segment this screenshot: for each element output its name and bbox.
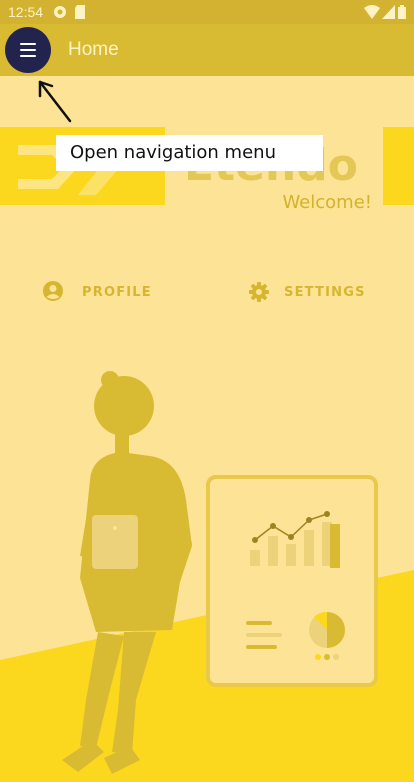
tooltip-arrow [38,80,72,123]
app-bar: Home [0,24,414,76]
account-circle-icon [43,281,63,301]
wifi-icon [364,5,380,19]
banner-stripe-right [383,127,414,205]
status-bar: 12:54 [0,0,414,24]
dashboard-illustration [0,371,414,782]
settings-button[interactable]: SETTINGS [248,280,368,304]
sd-card-icon [75,5,85,19]
navigation-menu-button[interactable] [5,27,51,73]
welcome-text: Welcome! [282,192,372,213]
profile-button[interactable]: PROFILE [42,280,152,304]
page-title: Home [68,39,119,60]
hamburger-menu-icon [20,43,36,45]
status-time: 12:54 [8,4,44,20]
notification-icon [54,6,66,18]
settings-label: SETTINGS [284,285,366,300]
profile-label: PROFILE [82,285,152,300]
signal-icon [382,5,395,19]
tooltip: Open navigation menu [56,135,323,171]
battery-icon [398,5,406,19]
gear-icon [249,282,269,302]
